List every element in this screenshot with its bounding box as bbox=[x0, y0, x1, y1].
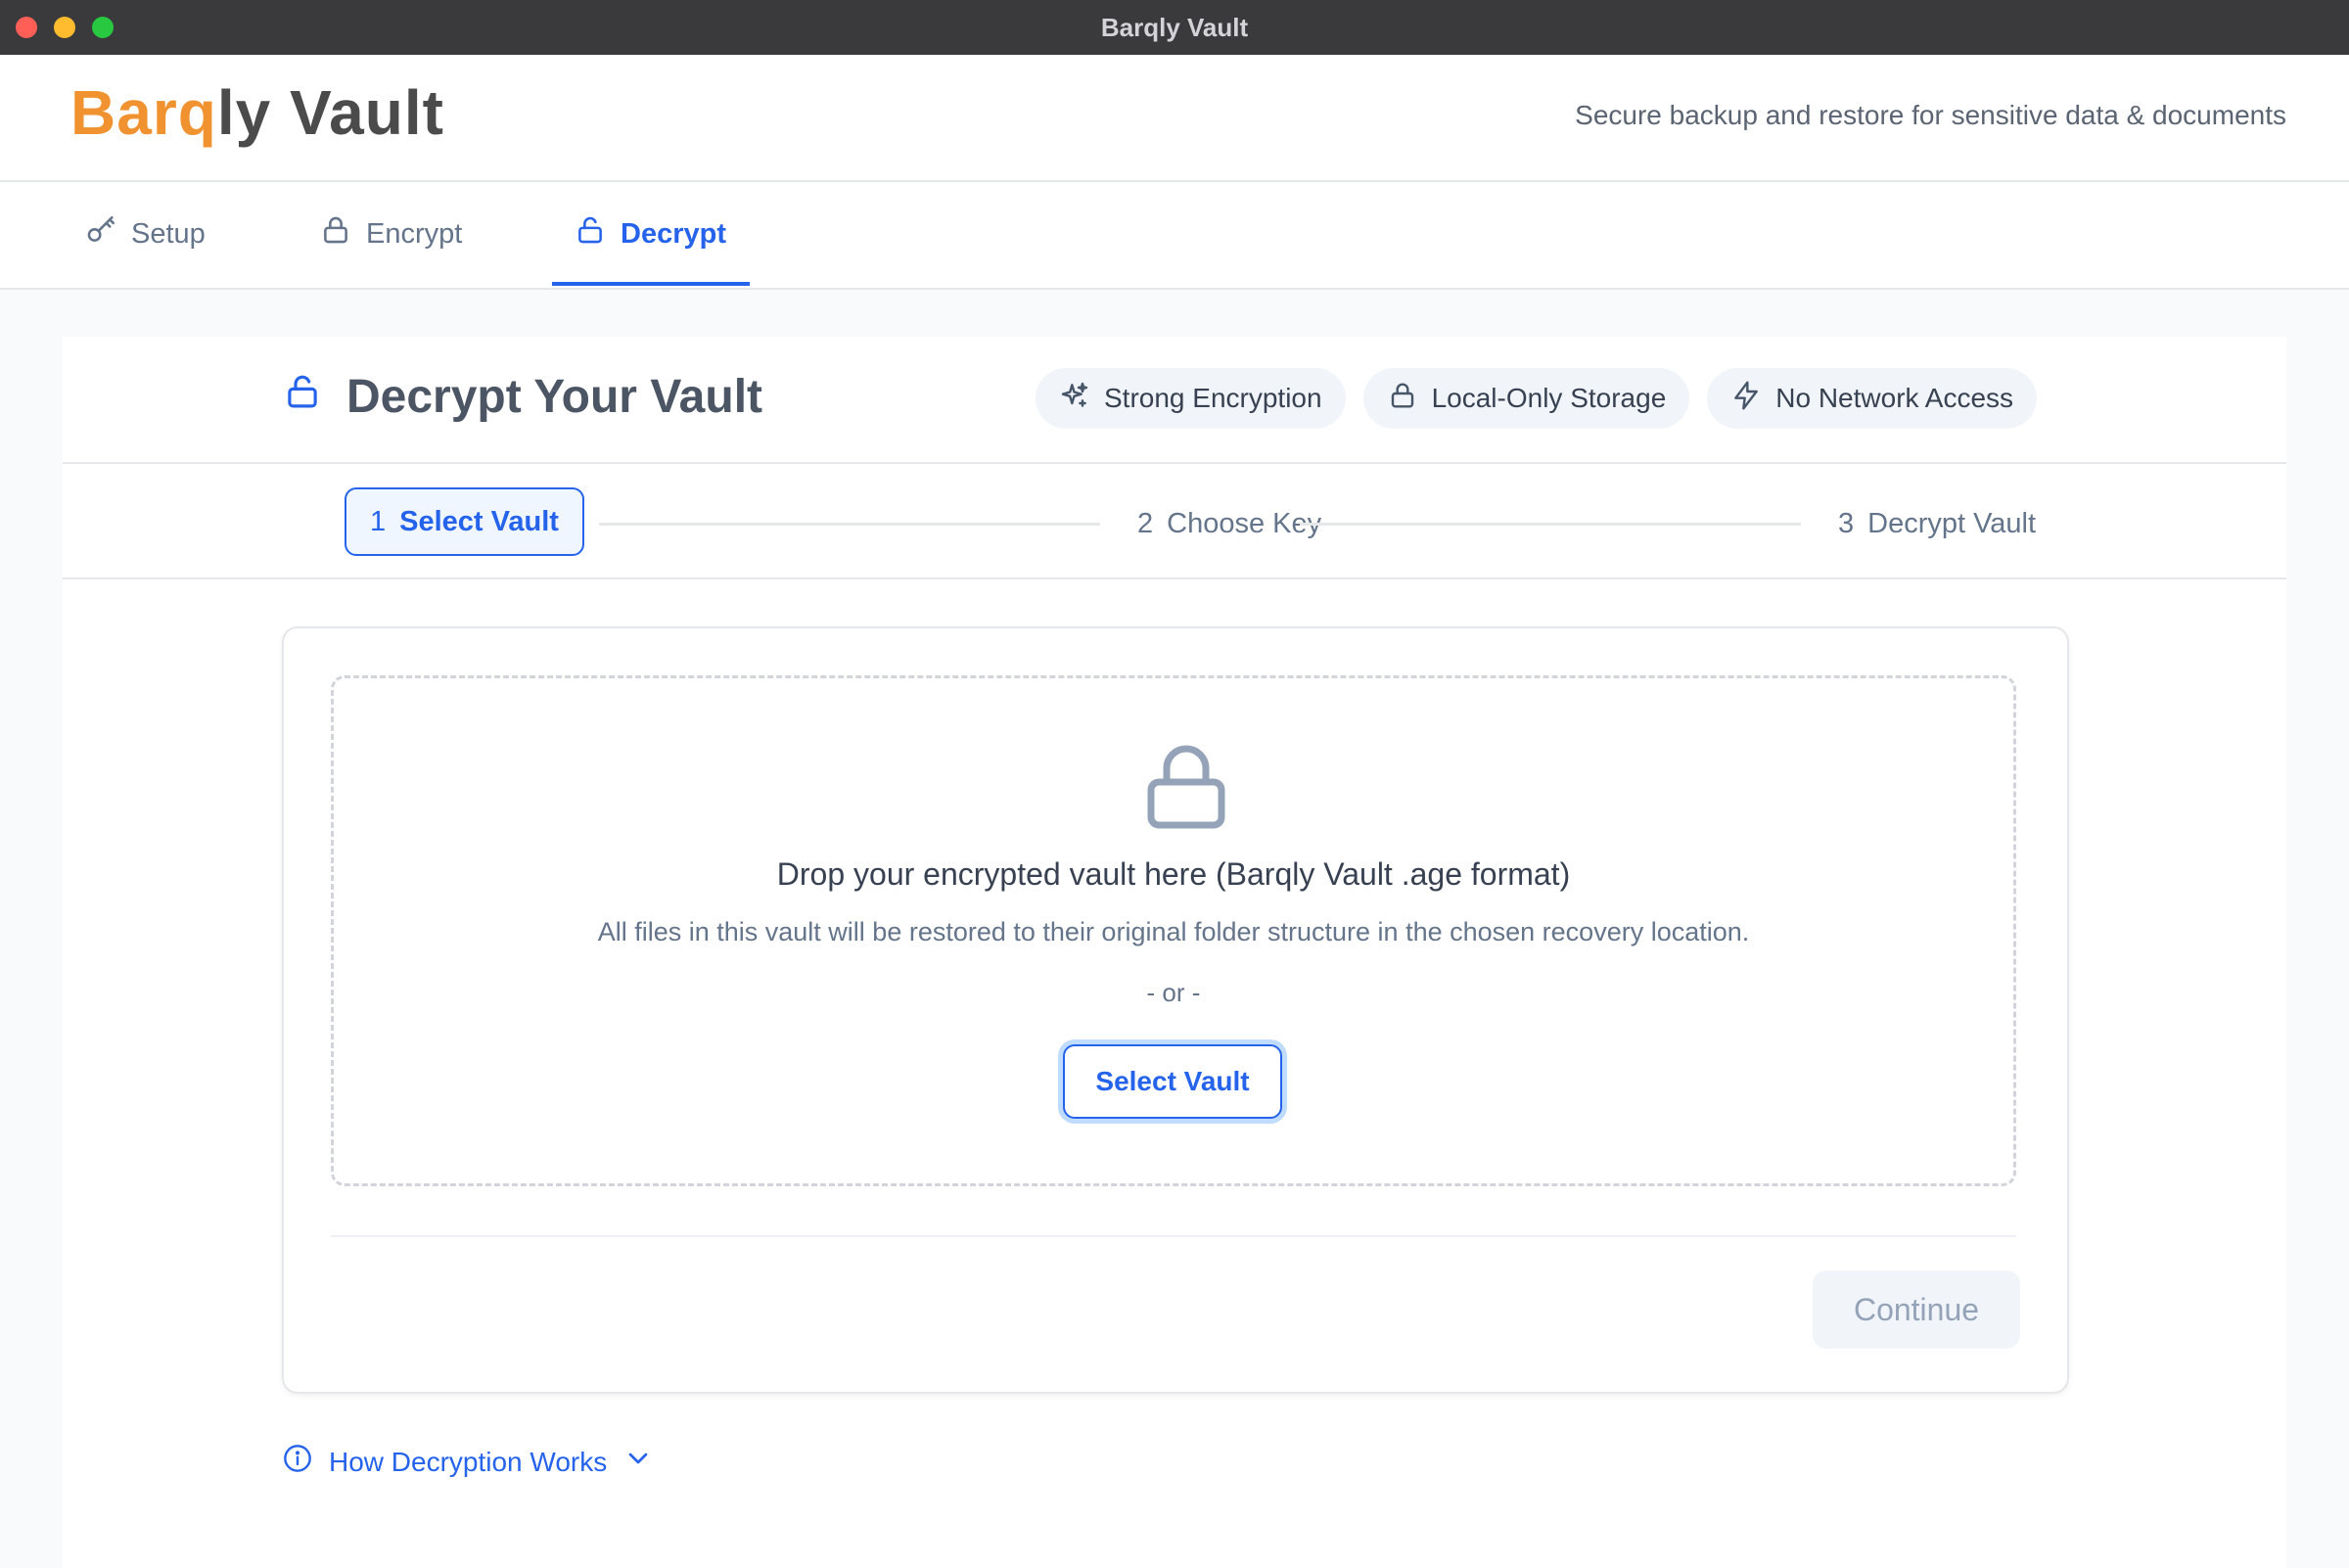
step-label: Choose Key bbox=[1167, 507, 1322, 539]
app-logo: Barqly Vault bbox=[70, 76, 444, 149]
step-number: 3 bbox=[1838, 507, 1855, 539]
window-controls bbox=[16, 17, 114, 38]
tab-setup[interactable]: Setup bbox=[84, 182, 206, 286]
page-title-text: Decrypt Your Vault bbox=[346, 371, 763, 423]
step-number: 2 bbox=[1137, 507, 1154, 539]
title-bar: Barqly Vault bbox=[0, 0, 2349, 56]
step-number: 1 bbox=[370, 505, 387, 537]
active-tab-indicator bbox=[552, 282, 750, 286]
select-vault-button[interactable]: Select Vault bbox=[1063, 1044, 1282, 1119]
lock-icon bbox=[319, 213, 352, 254]
tab-encrypt[interactable]: Encrypt bbox=[319, 182, 462, 286]
badge-strong-encryption: Strong Encryption bbox=[1036, 368, 1346, 429]
step-label: Select Vault bbox=[399, 505, 559, 537]
zoom-window-button[interactable] bbox=[92, 17, 114, 38]
step-choose-key: 2 Choose Key bbox=[1137, 491, 1321, 556]
feature-badges: Strong Encryption Local-Only Storage No … bbox=[1036, 368, 2038, 429]
badge-label: Local-Only Storage bbox=[1431, 383, 1667, 413]
tab-decrypt-label: Decrypt bbox=[621, 217, 726, 250]
panel-header: Decrypt Your Vault Strong Encryption Loc… bbox=[63, 337, 2286, 464]
dropzone-subtitle: All files in this vault will be restored… bbox=[597, 917, 1750, 946]
badge-label: Strong Encryption bbox=[1104, 383, 1322, 413]
decrypt-panel: Decrypt Your Vault Strong Encryption Loc… bbox=[63, 337, 2286, 1568]
lock-icon bbox=[1387, 380, 1418, 418]
badge-local-only-storage: Local-Only Storage bbox=[1362, 368, 1690, 429]
window-title: Barqly Vault bbox=[1100, 12, 1249, 42]
step-decrypt-vault: 3 Decrypt Vault bbox=[1838, 491, 2036, 556]
badge-label: No Network Access bbox=[1775, 383, 2014, 413]
page-title: Decrypt Your Vault bbox=[282, 370, 762, 424]
dropzone-title: Drop your encrypted vault here (Barqly V… bbox=[776, 856, 1571, 892]
dropzone-or-separator: - or - bbox=[1146, 978, 1201, 1007]
unlock-icon bbox=[282, 370, 323, 424]
unlock-icon bbox=[574, 213, 607, 254]
card-divider bbox=[331, 1235, 2016, 1237]
main-tabs: Setup Encrypt Decrypt bbox=[0, 182, 2349, 290]
sparkles-icon bbox=[1059, 380, 1090, 418]
vault-dropzone[interactable]: Drop your encrypted vault here (Barqly V… bbox=[331, 675, 2016, 1186]
minimize-window-button[interactable] bbox=[54, 17, 75, 38]
how-decryption-works-toggle[interactable]: How Decryption Works bbox=[282, 1443, 654, 1481]
logo-accent-text: Barq bbox=[70, 77, 217, 148]
info-icon bbox=[282, 1443, 313, 1481]
badge-no-network-access: No Network Access bbox=[1707, 368, 2038, 429]
tab-encrypt-label: Encrypt bbox=[366, 217, 463, 250]
app-header: Barqly Vault Secure backup and restore f… bbox=[0, 55, 2349, 182]
step-connector bbox=[1300, 523, 1801, 526]
step-select-vault[interactable]: 1 Select Vault bbox=[345, 487, 584, 556]
tab-setup-label: Setup bbox=[131, 217, 206, 250]
app-window: Barqly Vault Barqly Vault Secure backup … bbox=[0, 0, 2349, 1568]
progress-stepper: 1 Select Vault 2 Choose Key 3 Decrypt Va… bbox=[63, 464, 2286, 579]
continue-button[interactable]: Continue bbox=[1813, 1270, 2020, 1349]
select-vault-card: Drop your encrypted vault here (Barqly V… bbox=[282, 626, 2069, 1394]
step-label: Decrypt Vault bbox=[1867, 507, 2037, 539]
logo-text: ly Vault bbox=[216, 77, 444, 148]
how-decryption-works-label: How Decryption Works bbox=[329, 1446, 608, 1477]
tab-decrypt[interactable]: Decrypt bbox=[574, 182, 726, 286]
zap-icon bbox=[1730, 380, 1762, 418]
key-icon bbox=[84, 213, 117, 254]
step-connector bbox=[599, 523, 1100, 526]
app-tagline: Secure backup and restore for sensitive … bbox=[1575, 100, 2286, 130]
lock-icon bbox=[1145, 743, 1227, 831]
chevron-down-icon bbox=[622, 1443, 654, 1481]
close-window-button[interactable] bbox=[16, 17, 37, 38]
